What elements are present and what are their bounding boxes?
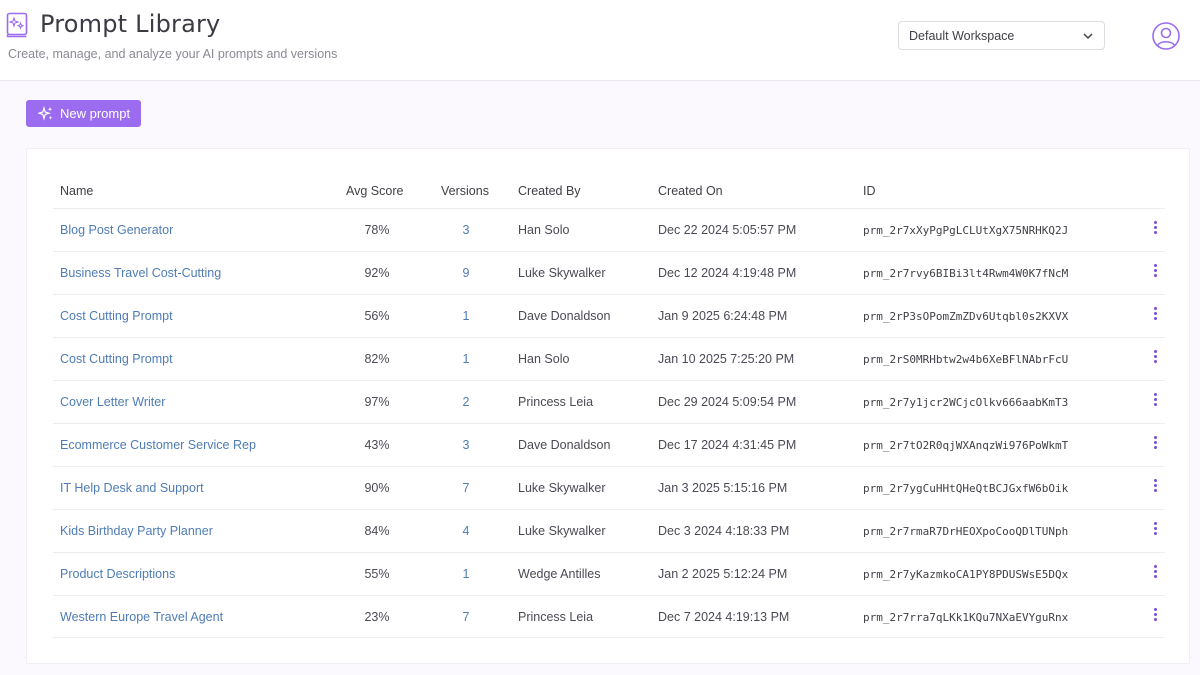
versions-link[interactable]: 9 [458, 266, 474, 280]
created-by: Wedge Antilles [518, 567, 601, 581]
created-by: Princess Leia [518, 395, 594, 409]
prompt-name-link[interactable]: IT Help Desk and Support [60, 481, 204, 495]
more-vertical-icon[interactable] [1148, 478, 1162, 496]
avg-score: 55% [364, 567, 390, 581]
table-row: Blog Post Generator 78% 3 Han Solo Dec 2… [53, 208, 1165, 251]
new-prompt-label: New prompt [60, 106, 131, 121]
avg-score: 43% [364, 438, 390, 452]
created-by: Luke Skywalker [518, 481, 606, 495]
workspace-select[interactable]: Default Workspace [898, 21, 1105, 50]
table-row: Cost Cutting Prompt 56% 1 Dave Donaldson… [53, 294, 1165, 337]
column-header-versions[interactable]: Versions [441, 184, 489, 198]
more-vertical-icon[interactable] [1148, 607, 1162, 625]
table-row: Product Descriptions 55% 1 Wedge Antille… [53, 552, 1165, 595]
more-vertical-icon[interactable] [1148, 435, 1162, 453]
versions-link[interactable]: 1 [458, 352, 474, 366]
prompt-name-link[interactable]: Cost Cutting Prompt [60, 352, 173, 366]
avg-score: 82% [364, 352, 390, 366]
avg-score: 78% [364, 223, 390, 237]
versions-link[interactable]: 3 [458, 438, 474, 452]
prompt-id: prm_2r7rra7qLKk1KQu7NXaEVYguRnx [863, 611, 1069, 624]
prompt-id: prm_2rP3sOPomZmZDv6Utqbl0s2KXVX [863, 310, 1069, 323]
created-by: Dave Donaldson [518, 309, 611, 323]
column-header-created-by[interactable]: Created By [518, 184, 581, 198]
created-by: Dave Donaldson [518, 438, 611, 452]
prompt-id: prm_2r7ygCuHHtQHeQtBCJGxfW6bOik [863, 482, 1069, 495]
avg-score: 23% [364, 610, 390, 624]
prompt-id: prm_2rS0MRHbtw2w4b6XeBFlNAbrFcU [863, 353, 1069, 366]
versions-link[interactable]: 7 [458, 610, 474, 624]
created-by: Han Solo [518, 352, 570, 366]
versions-link[interactable]: 4 [458, 524, 474, 538]
created-on: Jan 10 2025 7:25:20 PM [658, 352, 795, 366]
versions-link[interactable]: 3 [458, 223, 474, 237]
table-row: Western Europe Travel Agent 23% 7 Prince… [53, 595, 1165, 638]
created-by: Princess Leia [518, 610, 594, 624]
more-vertical-icon[interactable] [1148, 564, 1162, 582]
prompt-id: prm_2r7y1jcr2WCjcOlkv666aabKmT3 [863, 396, 1069, 409]
created-on: Dec 12 2024 4:19:48 PM [658, 266, 797, 280]
column-header-name[interactable]: Name [60, 184, 93, 198]
prompt-id: prm_2r7xXyPgPgLCLUtXgX75NRHKQ2J [863, 224, 1069, 237]
more-vertical-icon[interactable] [1148, 392, 1162, 410]
prompt-name-link[interactable]: Product Descriptions [60, 567, 175, 581]
prompt-name-link[interactable]: Western Europe Travel Agent [60, 610, 223, 624]
prompt-name-link[interactable]: Blog Post Generator [60, 223, 173, 237]
column-header-avg-score[interactable]: Avg Score [346, 184, 403, 198]
versions-link[interactable]: 1 [458, 309, 474, 323]
created-on: Dec 22 2024 5:05:57 PM [658, 223, 797, 237]
prompt-id: prm_2r7rvy6BIBi3lt4Rwm4W0K7fNcM [863, 267, 1069, 280]
versions-link[interactable]: 7 [458, 481, 474, 495]
more-vertical-icon[interactable] [1148, 220, 1162, 238]
more-vertical-icon[interactable] [1148, 521, 1162, 539]
workspace-select-value: Default Workspace [909, 29, 1015, 43]
created-on: Dec 17 2024 4:31:45 PM [658, 438, 797, 452]
prompt-id: prm_2r7yKazmkoCA1PY8PDUSWsE5DQx [863, 568, 1069, 581]
avg-score: 84% [364, 524, 390, 538]
page-title: Prompt Library [40, 10, 221, 38]
versions-link[interactable]: 2 [458, 395, 474, 409]
table-row: Kids Birthday Party Planner 84% 4 Luke S… [53, 509, 1165, 552]
versions-link[interactable]: 1 [458, 567, 474, 581]
prompt-name-link[interactable]: Cost Cutting Prompt [60, 309, 173, 323]
avg-score: 56% [364, 309, 390, 323]
avg-score: 97% [364, 395, 390, 409]
page-header: Prompt Library Create, manage, and analy… [0, 0, 1200, 81]
new-prompt-button[interactable]: New prompt [26, 100, 141, 127]
created-on: Jan 2 2025 5:12:24 PM [658, 567, 788, 581]
more-vertical-icon[interactable] [1148, 306, 1162, 324]
created-on: Jan 9 2025 6:24:48 PM [658, 309, 788, 323]
prompts-table: Name Avg Score Versions Created By Creat… [26, 148, 1190, 664]
prompt-name-link[interactable]: Kids Birthday Party Planner [60, 524, 213, 538]
chevron-down-icon [1083, 33, 1093, 40]
more-vertical-icon[interactable] [1148, 263, 1162, 281]
prompt-name-link[interactable]: Cover Letter Writer [60, 395, 165, 409]
prompt-name-link[interactable]: Ecommerce Customer Service Rep [60, 438, 256, 452]
prompt-name-link[interactable]: Business Travel Cost-Cutting [60, 266, 221, 280]
prompt-id: prm_2r7rmaR7DrHEOXpoCooQDlTUNph [863, 525, 1069, 538]
prompt-library-icon [6, 12, 28, 38]
created-by: Luke Skywalker [518, 266, 606, 280]
table-row: Cover Letter Writer 97% 2 Princess Leia … [53, 380, 1165, 423]
table-row: IT Help Desk and Support 90% 7 Luke Skyw… [53, 466, 1165, 509]
sparkle-icon [38, 106, 53, 121]
column-header-id[interactable]: ID [863, 184, 876, 198]
created-by: Luke Skywalker [518, 524, 606, 538]
table-row: Business Travel Cost-Cutting 92% 9 Luke … [53, 251, 1165, 294]
more-vertical-icon[interactable] [1148, 349, 1162, 367]
created-on: Dec 3 2024 4:18:33 PM [658, 524, 790, 538]
created-by: Han Solo [518, 223, 570, 237]
created-on: Dec 29 2024 5:09:54 PM [658, 395, 797, 409]
created-on: Jan 3 2025 5:15:16 PM [658, 481, 788, 495]
avg-score: 92% [364, 266, 390, 280]
column-header-created-on[interactable]: Created On [658, 184, 723, 198]
table-row: Ecommerce Customer Service Rep 43% 3 Dav… [53, 423, 1165, 466]
page-subtitle: Create, manage, and analyze your AI prom… [8, 47, 338, 61]
created-on: Dec 7 2024 4:19:13 PM [658, 610, 790, 624]
avg-score: 90% [364, 481, 390, 495]
prompt-id: prm_2r7tO2R0qjWXAnqzWi976PoWkmT [863, 439, 1069, 452]
table-row: Cost Cutting Prompt 82% 1 Han Solo Jan 1… [53, 337, 1165, 380]
user-circle-icon[interactable] [1151, 21, 1181, 51]
